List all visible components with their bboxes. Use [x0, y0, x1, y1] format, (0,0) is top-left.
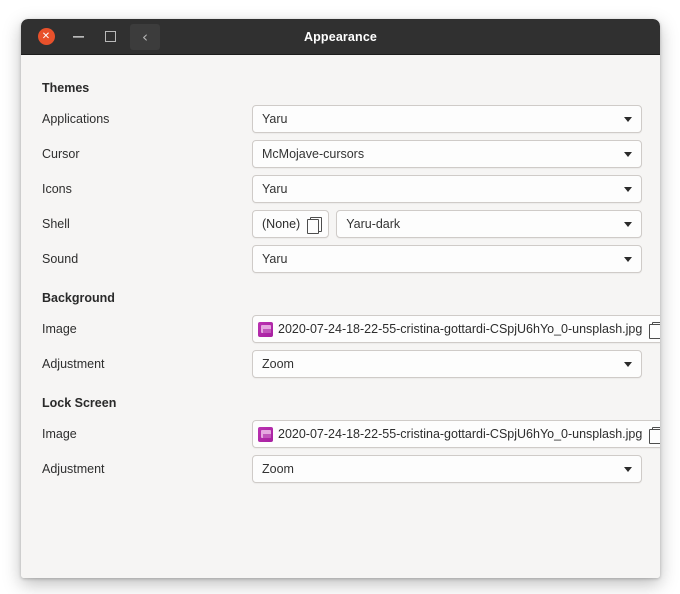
background-image-filename: 2020-07-24-18-22-55-cristina-gottardi-CS… [278, 322, 643, 336]
row-lockscreen-adjustment: Adjustment Zoom [39, 454, 642, 484]
combo-background-adjustment[interactable]: Zoom [252, 350, 642, 378]
combo-cursor-theme[interactable]: McMojave-cursors [252, 140, 642, 168]
maximize-icon [104, 31, 116, 42]
minimize-icon [72, 36, 84, 37]
chevron-down-icon [624, 256, 632, 262]
appearance-content: Themes Applications Yaru Cursor McMojave… [21, 55, 660, 578]
combo-applications-value: Yaru [262, 112, 288, 126]
combo-cursor-value: McMojave-cursors [262, 147, 365, 161]
window-titlebar[interactable]: ✕ ‹ Appearance [21, 19, 660, 55]
combo-shell-value: Yaru-dark [346, 217, 401, 231]
close-button[interactable]: ✕ [30, 19, 62, 54]
label-sound: Sound [42, 252, 79, 266]
label-background-adjustment: Adjustment [42, 357, 105, 371]
lockscreen-image-file-button[interactable]: 2020-07-24-18-22-55-cristina-gottardi-CS… [252, 420, 660, 448]
chevron-down-icon [624, 466, 632, 472]
shell-extra-slot: (None) [252, 210, 330, 238]
chevron-down-icon [624, 186, 632, 192]
combo-background-adjustment-value: Zoom [262, 357, 294, 371]
background-image-file-button[interactable]: 2020-07-24-18-22-55-cristina-gottardi-CS… [252, 315, 660, 343]
maximize-button[interactable] [94, 19, 126, 54]
chevron-down-icon [624, 221, 632, 227]
label-applications: Applications [42, 112, 110, 126]
row-background-image: Image 2020-07-24-18-22-55-cristina-gotta… [39, 314, 660, 344]
combo-lockscreen-adjustment[interactable]: Zoom [252, 455, 642, 483]
combo-lockscreen-adjustment-value: Zoom [262, 462, 294, 476]
back-button[interactable]: ‹ [130, 23, 160, 50]
chevron-down-icon [624, 151, 632, 157]
appearance-window: ✕ ‹ Appearance Themes Applications Yaru … [21, 19, 660, 578]
label-icons: Icons [42, 182, 72, 196]
image-file-icon [258, 426, 273, 442]
section-heading-themes: Themes [42, 81, 90, 95]
minimize-button[interactable] [62, 19, 94, 54]
shell-file-button[interactable]: (None) [252, 210, 330, 238]
section-heading-background: Background [42, 291, 115, 305]
chevron-down-icon [624, 116, 632, 122]
label-background-image: Image [42, 322, 77, 336]
close-icon: ✕ [37, 28, 55, 45]
copy-icon [649, 321, 660, 339]
row-applications: Applications Yaru [39, 104, 642, 134]
row-background-adjustment: Adjustment Zoom [39, 349, 642, 379]
copy-icon [649, 426, 660, 444]
label-shell: Shell [42, 217, 70, 231]
back-chevron-icon: ‹ [142, 27, 148, 46]
combo-icons-value: Yaru [262, 182, 288, 196]
row-lockscreen-image: Image 2020-07-24-18-22-55-cristina-gotta… [39, 419, 660, 449]
combo-sound-value: Yaru [262, 252, 288, 266]
image-file-icon [258, 321, 273, 337]
label-lockscreen-image: Image [42, 427, 77, 441]
shell-file-button-label: (None) [262, 217, 301, 231]
combo-icons-theme[interactable]: Yaru [252, 175, 642, 203]
lockscreen-image-filename: 2020-07-24-18-22-55-cristina-gottardi-CS… [278, 427, 643, 441]
combo-sound-theme[interactable]: Yaru [252, 245, 642, 273]
combo-shell-theme[interactable]: Yaru-dark [336, 210, 642, 238]
row-shell: Shell (None) Yaru-dark [39, 209, 642, 239]
row-cursor: Cursor McMojave-cursors [39, 139, 642, 169]
label-cursor: Cursor [42, 147, 80, 161]
chevron-down-icon [624, 361, 632, 367]
combo-applications-theme[interactable]: Yaru [252, 105, 642, 133]
row-icons: Icons Yaru [39, 174, 642, 204]
label-lockscreen-adjustment: Adjustment [42, 462, 105, 476]
copy-icon [307, 216, 323, 234]
row-sound: Sound Yaru [39, 244, 642, 274]
section-heading-lock-screen: Lock Screen [42, 396, 117, 410]
